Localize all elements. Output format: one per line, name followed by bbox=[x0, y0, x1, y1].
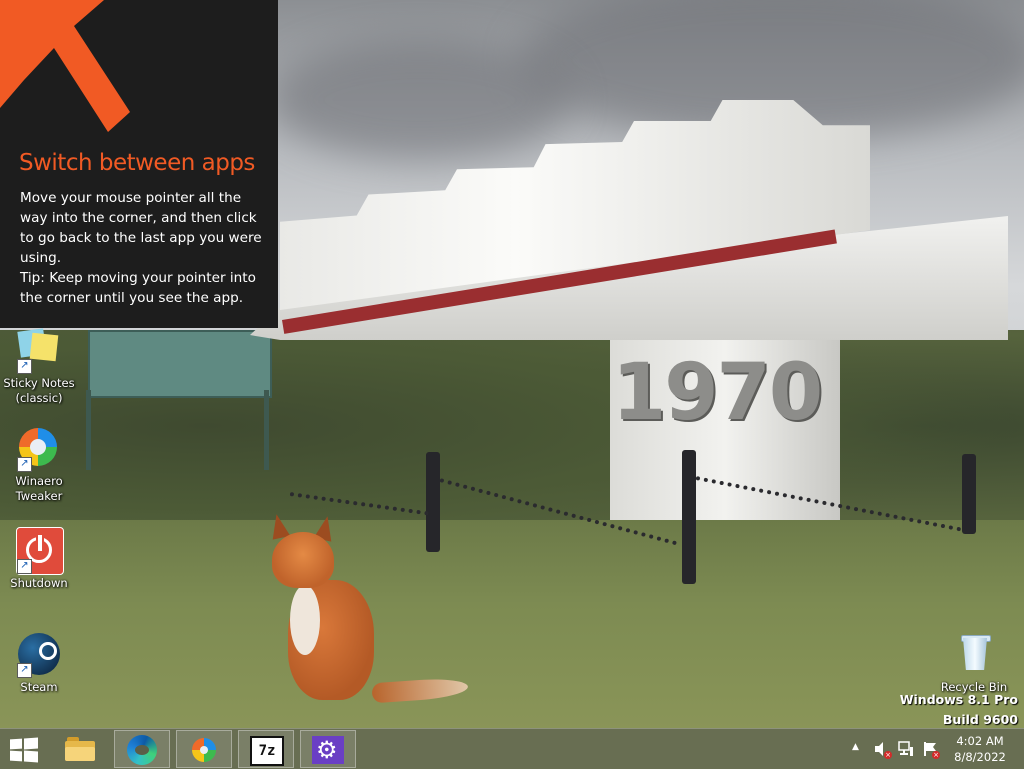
taskbar-7zip-button[interactable]: 7z bbox=[238, 730, 294, 768]
shortcut-arrow-icon: ↗ bbox=[17, 359, 32, 374]
desktop-icon-label: Winaero Tweaker bbox=[15, 474, 63, 503]
winaero-tweaker-icon: ↗ bbox=[15, 424, 63, 472]
hint-description: Move your mouse pointer all the way into… bbox=[20, 190, 262, 266]
wallpaper-billboard-post bbox=[86, 390, 91, 470]
hint-tip: Tip: Keep moving your pointer into the c… bbox=[20, 270, 256, 306]
wallpaper-grass bbox=[0, 520, 1024, 728]
file-explorer-icon bbox=[65, 737, 95, 761]
desktop-icon-sticky-notes[interactable]: ↗ Sticky Notes (classic) bbox=[1, 326, 77, 405]
start-button[interactable] bbox=[0, 730, 48, 768]
fox-head bbox=[272, 532, 334, 588]
clock-time: 4:02 AM bbox=[956, 734, 1004, 748]
wallpaper-billboard-post bbox=[264, 390, 269, 470]
windows-build-watermark: Build 9600 bbox=[942, 712, 1018, 727]
arrow-up-left-icon bbox=[0, 0, 130, 132]
network-icon[interactable] bbox=[898, 741, 914, 757]
wallpaper-billboard bbox=[88, 330, 272, 398]
windows-logo-icon bbox=[10, 737, 38, 763]
desktop-icon-recycle-bin[interactable]: Recycle Bin bbox=[936, 630, 1012, 695]
seven-zip-icon: 7z bbox=[250, 736, 284, 766]
shutdown-icon: ↗ bbox=[15, 526, 64, 575]
switch-apps-hint-panel: Switch between apps Move your mouse poin… bbox=[0, 0, 278, 328]
fox-chest bbox=[290, 585, 320, 655]
recycle-bin-icon bbox=[950, 630, 998, 678]
desktop-icon-winaero-tweaker[interactable]: ↗ Winaero Tweaker bbox=[1, 424, 77, 503]
winaero-tweaker-icon bbox=[192, 738, 216, 762]
desktop-icon-steam[interactable]: ↗ Steam bbox=[1, 630, 77, 695]
desktop-icon-label: Steam bbox=[20, 680, 58, 694]
edge-icon bbox=[127, 735, 157, 765]
gear-icon: ⚙ bbox=[312, 736, 344, 764]
fence-post bbox=[426, 452, 440, 552]
steam-icon: ↗ bbox=[15, 630, 63, 678]
hint-body: Move your mouse pointer all the way into… bbox=[20, 188, 268, 308]
taskbar-clock[interactable]: 4:02 AM 8/8/2022 bbox=[940, 733, 1020, 765]
monument-year: 1970 bbox=[612, 348, 823, 438]
action-center-icon[interactable]: × bbox=[922, 741, 940, 759]
taskbar-winaero-tweaker-button[interactable] bbox=[176, 730, 232, 768]
show-hidden-icons-icon[interactable]: ▲ bbox=[852, 742, 868, 758]
windows-edition-watermark: Windows 8.1 Pro bbox=[899, 692, 1018, 707]
taskbar-edge-button[interactable] bbox=[114, 730, 170, 768]
taskbar-settings-button[interactable]: ⚙ bbox=[300, 730, 356, 768]
clock-date: 8/8/2022 bbox=[954, 750, 1006, 764]
shortcut-arrow-icon: ↗ bbox=[17, 559, 32, 574]
desktop-icon-shutdown[interactable]: ↗ Shutdown bbox=[1, 526, 77, 591]
sticky-notes-icon: ↗ bbox=[15, 326, 63, 374]
taskbar: 7z ⚙ ▲ × × 4:02 AM 8/8/2022 bbox=[0, 728, 1024, 769]
desktop-icon-label: Shutdown bbox=[10, 576, 68, 590]
volume-muted-icon[interactable]: × bbox=[874, 741, 892, 759]
wallpaper-cloud bbox=[270, 40, 570, 160]
fence-post bbox=[682, 450, 696, 584]
taskbar-file-explorer-button[interactable] bbox=[52, 730, 108, 768]
hint-title: Switch between apps bbox=[19, 150, 255, 176]
fence-post bbox=[962, 454, 976, 534]
desktop-icon-label: Sticky Notes (classic) bbox=[3, 376, 75, 405]
shortcut-arrow-icon: ↗ bbox=[17, 457, 32, 472]
shortcut-arrow-icon: ↗ bbox=[17, 663, 32, 678]
